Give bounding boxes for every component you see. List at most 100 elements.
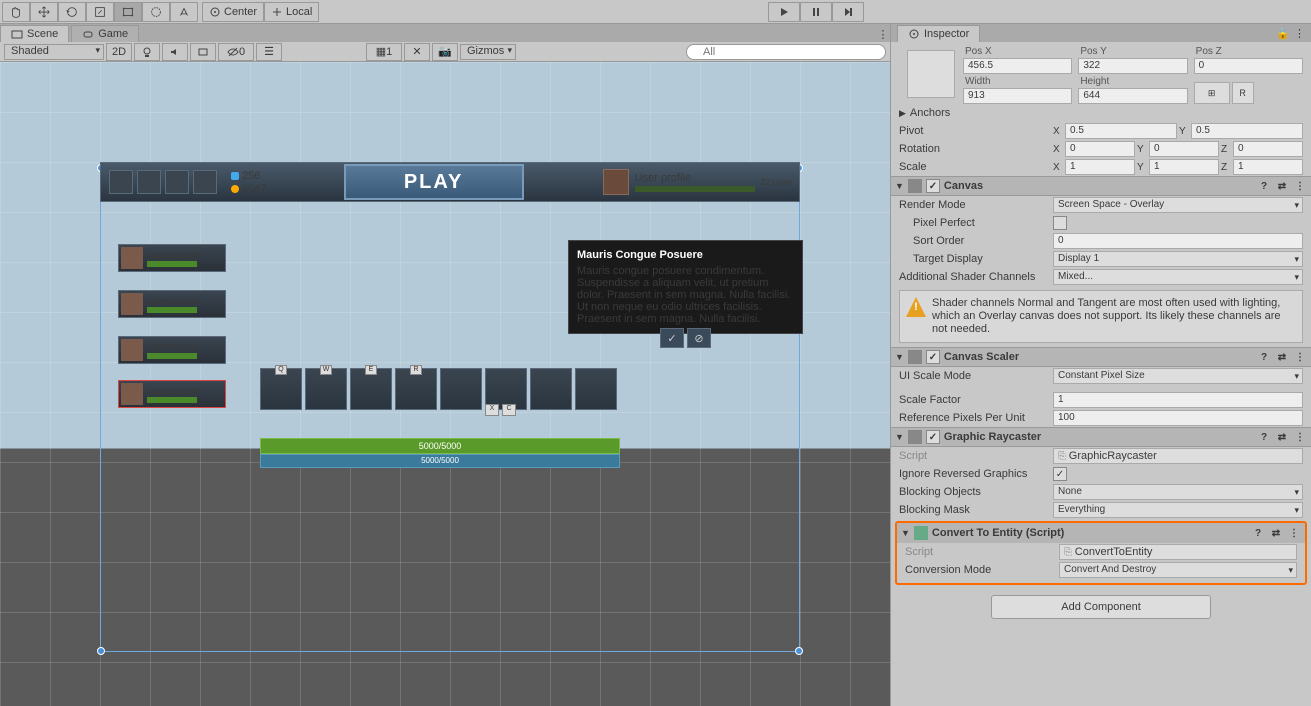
space-toggle[interactable]: Local (264, 2, 319, 22)
panel-menu-icon[interactable]: ⋮ (876, 26, 890, 42)
panel-menu-icon[interactable]: ⋮ (1294, 27, 1305, 40)
raycaster-icon (908, 430, 922, 444)
tab-scene[interactable]: Scene (0, 25, 69, 42)
player-card: Username (118, 380, 226, 408)
shading-dropdown[interactable]: Shaded (4, 44, 104, 60)
canvas-icon (908, 179, 922, 193)
scale-tool[interactable] (86, 2, 114, 22)
gizmos-dropdown[interactable]: Gizmos (460, 44, 516, 60)
height-field[interactable]: 644 (1078, 88, 1187, 104)
grid-toggle[interactable]: ▦ 1 (366, 43, 402, 61)
scale-z[interactable]: 1 (1233, 159, 1303, 175)
ref-px-field[interactable]: 100 (1053, 410, 1303, 426)
anchor-preset-icon[interactable] (907, 50, 955, 98)
hand-tool[interactable] (2, 2, 30, 22)
mana-bar: 5000/5000 (260, 454, 620, 468)
play-button[interactable] (768, 2, 800, 22)
posy-field[interactable]: 322 (1078, 58, 1187, 74)
pixel-perfect-checkbox[interactable] (1053, 216, 1067, 230)
resize-handle-br[interactable] (795, 647, 803, 655)
script-field: ⎘ GraphicRaycaster (1053, 448, 1303, 464)
custom-tool[interactable] (170, 2, 198, 22)
camera-settings[interactable]: 📷 (432, 43, 458, 61)
scene-toolbar: Shaded 2D 0 ☰ ▦ 1 ✕ 📷 Gizmos (0, 42, 890, 62)
width-field[interactable]: 913 (963, 88, 1072, 104)
pivot-x-field[interactable]: 0.5 (1065, 123, 1177, 139)
target-display-dropdown[interactable]: Display 1 (1053, 251, 1303, 267)
scene-camera[interactable]: ☰ (256, 43, 282, 61)
tab-inspector[interactable]: Inspector (897, 25, 980, 42)
rot-z[interactable]: 0 (1233, 141, 1303, 157)
tooltip-body: Mauris congue posuere condimentum. Suspe… (577, 265, 794, 325)
hidden-objects[interactable]: 0 (218, 43, 254, 61)
rot-x[interactable]: 0 (1065, 141, 1135, 157)
pivot-y-field[interactable]: 0.5 (1191, 123, 1303, 139)
scene-viewport[interactable]: 256 2047 PLAY User profile 22 Level User… (0, 62, 890, 706)
scaler-enabled-checkbox[interactable]: ✓ (926, 350, 940, 364)
rect-transform: Pos X456.5 Pos Y322 Pos Z0 Width913 Heig… (891, 42, 1311, 104)
raw-edit-button[interactable]: R (1232, 82, 1254, 104)
help-icon[interactable]: ? (1257, 430, 1271, 444)
game-header-btn (137, 170, 161, 194)
scale-factor-field[interactable]: 1 (1053, 392, 1303, 408)
blocking-mask-dropdown[interactable]: Everything (1053, 502, 1303, 518)
coin-icon (231, 185, 239, 193)
ability-bar: Q W E R X C 5000/5000 5000/5000 (260, 368, 620, 468)
player-card: Username (118, 244, 226, 272)
help-icon[interactable]: ? (1257, 350, 1271, 364)
anchors-foldout[interactable]: ▶ (899, 108, 906, 119)
resize-handle-bl[interactable] (97, 647, 105, 655)
pivot-space-toggles: Center Local (202, 2, 319, 22)
raycaster-enabled-checkbox[interactable]: ✓ (926, 430, 940, 444)
menu-icon[interactable]: ⋮ (1293, 430, 1307, 444)
canvas-scaler-header[interactable]: ▼✓Canvas Scaler?⇄⋮ (891, 347, 1311, 367)
help-icon[interactable]: ? (1251, 526, 1265, 540)
pivot-toggle[interactable]: Center (202, 2, 264, 22)
canvas-component-header[interactable]: ▼✓Canvas?⇄⋮ (891, 176, 1311, 196)
shader-channels-dropdown[interactable]: Mixed... (1053, 269, 1303, 285)
warning-icon: ! (906, 297, 926, 317)
convert-header[interactable]: ▼Convert To Entity (Script)?⇄⋮ (897, 523, 1305, 543)
fx-toggle[interactable] (190, 43, 216, 61)
game-header-btn (165, 170, 189, 194)
audio-toggle[interactable] (162, 43, 188, 61)
blocking-objects-dropdown[interactable]: None (1053, 484, 1303, 500)
preset-icon[interactable]: ⇄ (1269, 526, 1283, 540)
add-component-button[interactable]: Add Component (991, 595, 1211, 619)
rot-y[interactable]: 0 (1149, 141, 1219, 157)
raycaster-header[interactable]: ▼✓Graphic Raycaster?⇄⋮ (891, 427, 1311, 447)
2d-toggle[interactable]: 2D (106, 43, 132, 61)
menu-icon[interactable]: ⋮ (1287, 526, 1301, 540)
preset-icon[interactable]: ⇄ (1275, 430, 1289, 444)
help-icon[interactable]: ? (1257, 179, 1271, 193)
canvas-enabled-checkbox[interactable]: ✓ (926, 179, 940, 193)
tab-game[interactable]: Game (71, 25, 139, 42)
scale-x[interactable]: 1 (1065, 159, 1135, 175)
lighting-toggle[interactable] (134, 43, 160, 61)
menu-icon[interactable]: ⋮ (1293, 179, 1307, 193)
profile-level: 22 Level (761, 178, 791, 187)
conversion-mode-dropdown[interactable]: Convert And Destroy (1059, 562, 1297, 578)
ignore-reversed-checkbox[interactable]: ✓ (1053, 467, 1067, 481)
scene-search-input[interactable] (686, 44, 886, 60)
rotate-tool[interactable] (58, 2, 86, 22)
blueprint-mode-button[interactable]: ⊞ (1194, 82, 1230, 104)
rect-tool[interactable] (114, 2, 142, 22)
scale-y[interactable]: 1 (1149, 159, 1219, 175)
preset-icon[interactable]: ⇄ (1275, 350, 1289, 364)
move-tool[interactable] (30, 2, 58, 22)
pause-button[interactable] (800, 2, 832, 22)
preset-icon[interactable]: ⇄ (1275, 179, 1289, 193)
menu-icon[interactable]: ⋮ (1293, 350, 1307, 364)
step-button[interactable] (832, 2, 864, 22)
render-mode-dropdown[interactable]: Screen Space - Overlay (1053, 197, 1303, 213)
transform-tool[interactable] (142, 2, 170, 22)
scale-mode-dropdown[interactable]: Constant Pixel Size (1053, 368, 1303, 384)
lock-icon[interactable]: 🔒 (1276, 27, 1290, 40)
posz-field[interactable]: 0 (1194, 58, 1303, 74)
shader-warning: !Shader channels Normal and Tangent are … (899, 290, 1303, 343)
posx-field[interactable]: 456.5 (963, 58, 1072, 74)
tools-btn[interactable]: ✕ (404, 43, 430, 61)
sort-order-field[interactable]: 0 (1053, 233, 1303, 249)
confirm-icon: ✓ (660, 328, 684, 348)
